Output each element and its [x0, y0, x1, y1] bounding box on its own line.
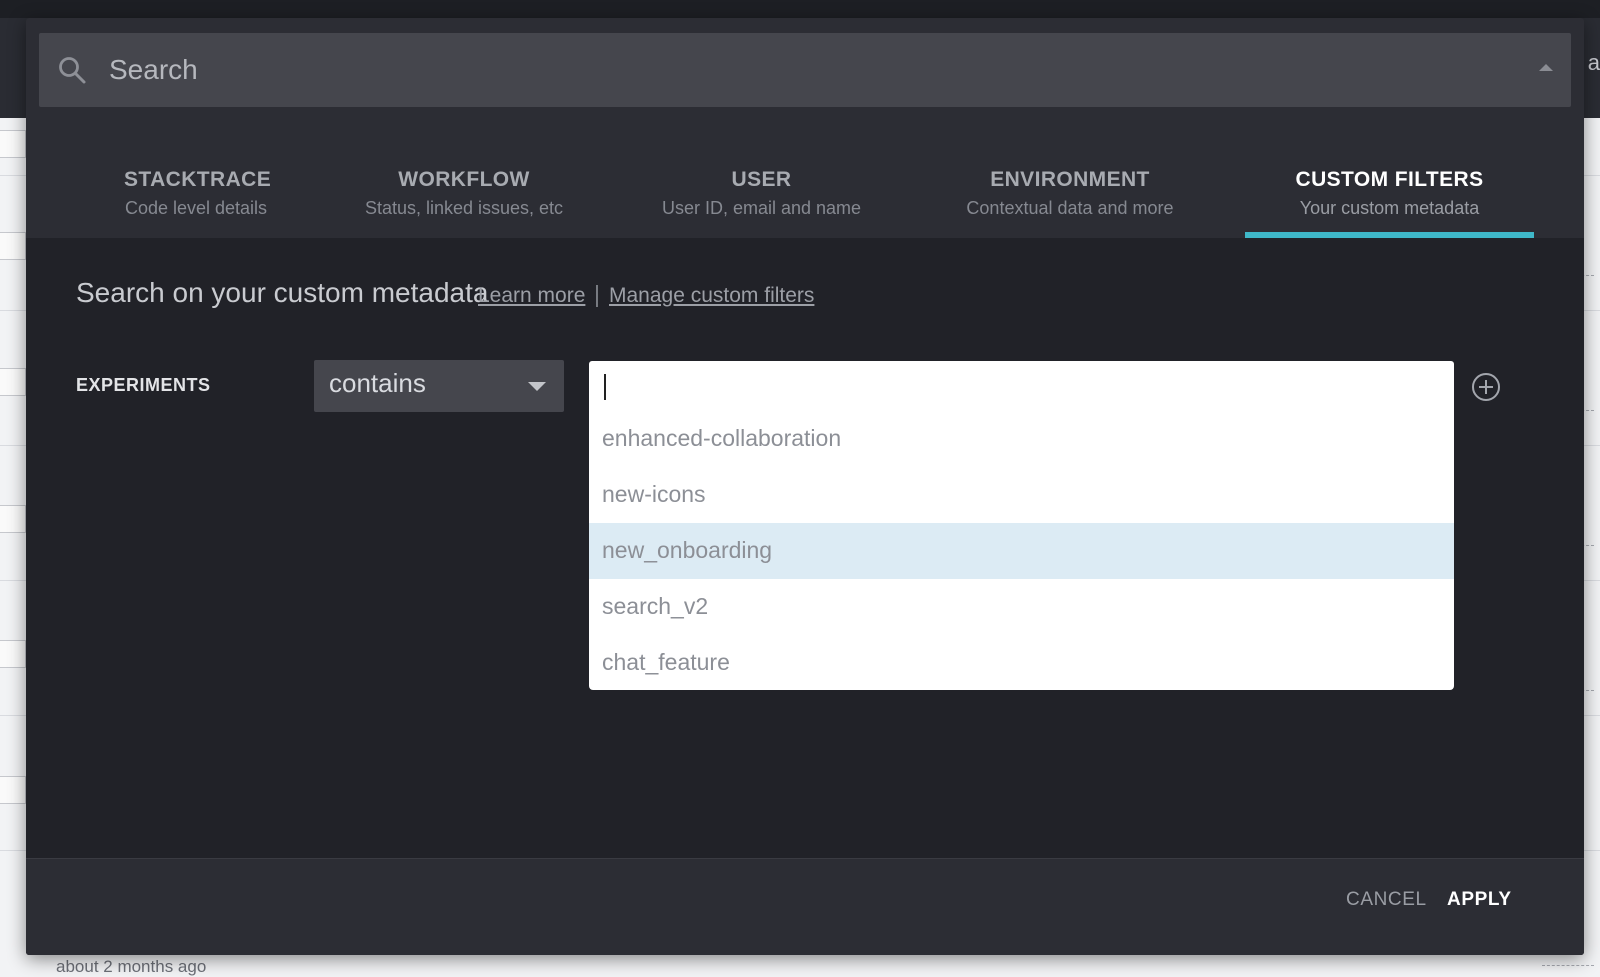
tab-stacktrace[interactable]: STACKTRACE Code level details: [124, 122, 272, 238]
chevron-down-icon: [528, 382, 546, 391]
background-truncated-text: a: [1587, 50, 1600, 75]
tab-title: USER: [731, 168, 792, 191]
suggestions-dropdown: enhanced-collaboration new-icons new_onb…: [589, 411, 1454, 690]
background-checkbox-cell: [0, 505, 26, 533]
filter-tabs: STACKTRACE Code level details WORKFLOW S…: [26, 122, 1584, 238]
background-checkbox-cell: [0, 130, 26, 158]
dropdown-option[interactable]: new-icons: [589, 467, 1454, 523]
background-checkbox-cell: [0, 368, 26, 396]
apply-button[interactable]: APPLY: [1447, 889, 1512, 911]
manage-custom-filters-link[interactable]: Manage custom filters: [609, 284, 814, 308]
filter-field-label: EXPERIMENTS: [76, 375, 211, 395]
section-title: Search on your custom metadata: [76, 277, 489, 308]
tab-subtitle: Code level details: [124, 198, 268, 218]
background-dash: [1542, 965, 1594, 966]
dropdown-option[interactable]: chat_feature: [589, 635, 1454, 690]
active-tab-indicator: [1245, 232, 1534, 238]
filter-value-combobox[interactable]: [589, 361, 1454, 411]
background-checkbox-cell: [0, 232, 26, 260]
tab-subtitle: Your custom metadata: [1299, 198, 1480, 218]
tab-subtitle: User ID, email and name: [661, 198, 862, 218]
tab-title: CUSTOM FILTERS: [1295, 168, 1484, 191]
search-input[interactable]: [109, 33, 1489, 107]
tab-environment[interactable]: ENVIRONMENT Contextual data and more: [952, 122, 1188, 238]
add-filter-icon[interactable]: [1471, 372, 1501, 402]
app-topbar: [0, 0, 1600, 18]
tab-title: ENVIRONMENT: [990, 168, 1150, 191]
collapse-arrow-icon[interactable]: [1539, 64, 1553, 71]
dropdown-option-highlighted[interactable]: new_onboarding: [589, 523, 1454, 579]
operator-select[interactable]: contains: [314, 360, 564, 412]
text-cursor: [604, 374, 606, 400]
operator-select-value: contains: [329, 368, 426, 398]
search-icon: [59, 57, 86, 84]
background-checkbox-cell: [0, 776, 26, 804]
filter-value-input[interactable]: [589, 361, 1454, 411]
dropdown-option[interactable]: search_v2: [589, 579, 1454, 635]
background-checkbox-cell: [0, 640, 26, 668]
tab-workflow[interactable]: WORKFLOW Status, linked issues, etc: [359, 122, 569, 238]
modal-footer: CANCEL APPLY: [26, 858, 1584, 955]
learn-more-link[interactable]: Learn more: [478, 284, 585, 308]
cancel-button[interactable]: CANCEL: [1346, 889, 1427, 911]
tab-subtitle: Contextual data and more: [966, 198, 1174, 218]
tab-user[interactable]: USER User ID, email and name: [654, 122, 869, 238]
tab-title: STACKTRACE: [124, 168, 272, 191]
tab-custom-filters[interactable]: CUSTOM FILTERS Your custom metadata: [1245, 122, 1534, 238]
search-bar[interactable]: [39, 33, 1571, 107]
tab-subtitle: Status, linked issues, etc: [364, 198, 564, 218]
background-timestamp: about 2 months ago: [56, 957, 207, 976]
dropdown-option[interactable]: enhanced-collaboration: [589, 411, 1454, 467]
tab-title: WORKFLOW: [398, 168, 530, 191]
modal-header: STACKTRACE Code level details WORKFLOW S…: [26, 18, 1584, 238]
link-separator: |: [594, 281, 600, 307]
search-filter-modal: STACKTRACE Code level details WORKFLOW S…: [26, 18, 1584, 955]
